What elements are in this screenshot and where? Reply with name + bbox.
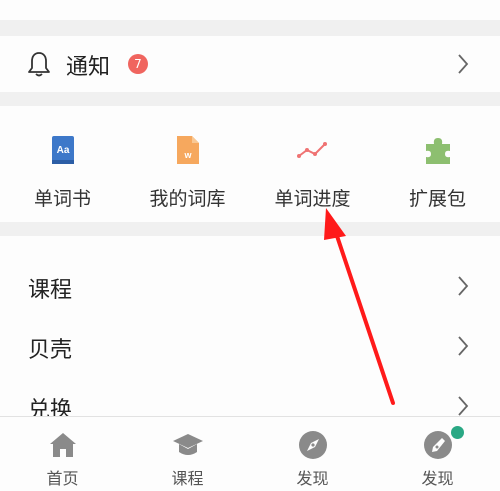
menu-list: 课程 贝壳 兑换: [0, 236, 500, 423]
grid-item-label: 扩展包: [408, 188, 466, 210]
bottom-tab-bar: 首页 课程 发现 发现: [0, 416, 500, 491]
chevron-right-icon: [456, 335, 470, 357]
book-aa-icon: Aa: [47, 134, 79, 166]
word-file-icon: w: [172, 134, 204, 166]
bell-icon: [26, 50, 52, 78]
list-item-label: 贝壳: [28, 338, 73, 363]
trend-line-icon: [296, 134, 329, 166]
grid-item-label: 单词进度: [274, 188, 351, 210]
notification-row[interactable]: 通知 7: [0, 36, 500, 92]
chevron-right-icon: [456, 53, 470, 75]
list-item-label: 课程: [28, 278, 73, 303]
grid-item-my-vocabulary[interactable]: w 我的词库: [125, 106, 250, 222]
tab-notification-dot: [451, 426, 464, 439]
list-item-course[interactable]: 课程: [0, 256, 500, 316]
notification-badge: 7: [128, 54, 148, 74]
tab-label: 课程: [171, 469, 204, 488]
tab-label: 发现: [296, 469, 329, 488]
grid-item-label: 单词书: [33, 188, 91, 210]
svg-text:w: w: [183, 150, 192, 160]
tab-discover-2[interactable]: 发现: [375, 417, 500, 491]
notification-label: 通知: [66, 55, 111, 80]
tab-label: 首页: [46, 469, 79, 488]
top-section-strip: [0, 0, 500, 20]
grid-item-expansion-pack[interactable]: 扩展包: [375, 106, 500, 222]
list-item-shells[interactable]: 贝壳: [0, 316, 500, 376]
grid-item-label: 我的词库: [149, 188, 226, 210]
feature-grid: Aa 单词书 w 我的词库 单词进度 扩展包: [0, 106, 500, 222]
home-icon: [47, 429, 79, 461]
svg-text:Aa: Aa: [56, 145, 69, 156]
puzzle-icon: [422, 134, 454, 166]
app-screen: 通知 7 Aa 单词书 w 我的词库 单词进度 扩展包 课程 贝壳 兑换 首页 …: [0, 0, 500, 491]
chevron-right-icon: [456, 275, 470, 297]
pen-nib-icon: [422, 429, 454, 461]
tab-home[interactable]: 首页: [0, 417, 125, 491]
tab-course[interactable]: 课程: [125, 417, 250, 491]
grid-item-word-book[interactable]: Aa 单词书: [0, 106, 125, 222]
grid-item-word-progress[interactable]: 单词进度: [250, 106, 375, 222]
tab-discover[interactable]: 发现: [250, 417, 375, 491]
tab-label: 发现: [421, 469, 454, 488]
chevron-right-icon: [456, 395, 470, 417]
graduation-cap-icon: [172, 429, 204, 461]
compass-icon: [297, 429, 329, 461]
